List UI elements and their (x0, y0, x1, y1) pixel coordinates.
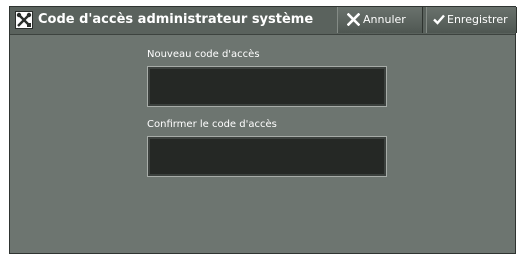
new-code-field[interactable] (147, 66, 387, 107)
page-title: Code d'accès administrateur système (38, 12, 314, 27)
title-bar: Code d'accès administrateur système Annu… (10, 7, 517, 35)
checkmark-icon (433, 13, 445, 28)
confirm-code-label: Confirmer le code d'accès (147, 119, 277, 130)
save-button[interactable]: Enregistrer (426, 7, 517, 33)
save-button-label: Enregistrer (447, 13, 508, 26)
dialog-panel: Code d'accès administrateur système Annu… (9, 6, 517, 254)
cancel-button-label: Annuler (363, 13, 406, 26)
close-icon (346, 12, 361, 29)
new-code-label: Nouveau code d'accès (147, 49, 260, 60)
confirm-code-field[interactable] (147, 136, 387, 177)
tools-icon (15, 11, 33, 29)
cancel-button[interactable]: Annuler (337, 7, 423, 33)
